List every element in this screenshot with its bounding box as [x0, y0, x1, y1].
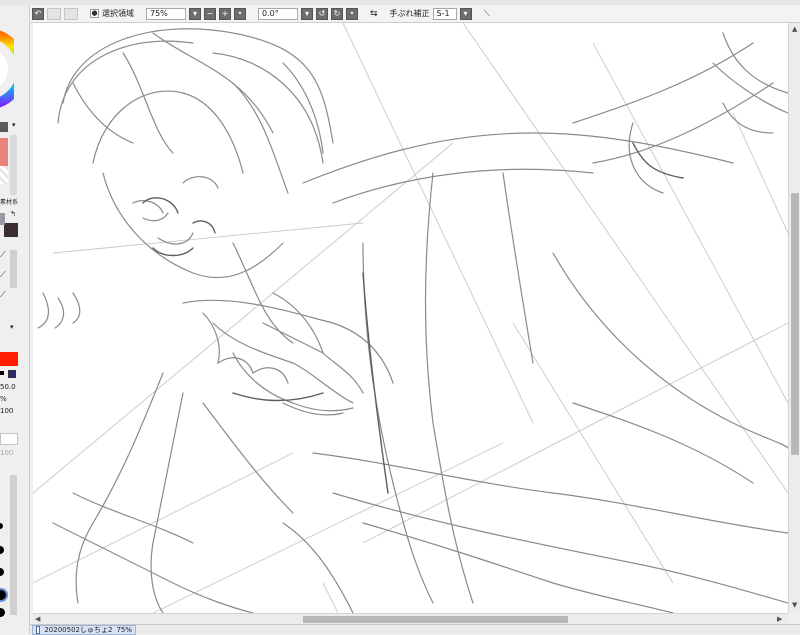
scroll-down-icon[interactable]: ▼	[792, 601, 797, 609]
color-swatch-dark[interactable]	[4, 223, 18, 237]
pen-icon[interactable]: ⟋	[0, 290, 6, 300]
brush-icon[interactable]: ⟋	[0, 270, 6, 280]
undo-icon: ↶	[34, 8, 42, 18]
zoom-field[interactable]: 75%	[146, 7, 186, 20]
toolbar: ↶ ● 選択領域 75% ▾ − + • 0.0° ▾ ↺ ↻ • ⇆ 手ぶれ補…	[30, 5, 800, 23]
rotate-right-icon: ↻	[333, 8, 341, 18]
density-value-2[interactable]: 100	[0, 449, 13, 457]
zoom-dropdown[interactable]: ▾	[189, 7, 201, 20]
material-label: 素材系	[0, 199, 19, 206]
stabilizer-value: S-1	[436, 9, 450, 18]
chevron-down-icon[interactable]: ▾	[12, 121, 16, 129]
brush-list-scrollbar[interactable]	[10, 475, 17, 615]
clear-button[interactable]	[64, 7, 78, 20]
brush-dot-icon[interactable]	[0, 608, 5, 617]
document-zoom: 75%	[116, 626, 132, 634]
left-panel: ▾ 素材系 ↰ ⟋ ⟋ ⟋ ▾ 50.0 % 100 100	[0, 5, 30, 634]
color-swatch-white[interactable]	[0, 166, 8, 184]
zoom-in-button[interactable]: +	[219, 7, 231, 20]
flip-icon[interactable]: ⇆	[370, 9, 378, 19]
rotation-dropdown[interactable]: ▾	[301, 7, 313, 20]
vertical-scroll-thumb[interactable]	[791, 193, 799, 455]
color-wheel[interactable]	[0, 29, 14, 109]
brush-dot-icon[interactable]	[0, 546, 4, 554]
rotate-reset-button[interactable]: •	[346, 7, 358, 20]
color-swatch-red[interactable]	[0, 352, 18, 366]
rotate-right-button[interactable]: ↻	[331, 7, 343, 20]
blend-field[interactable]	[0, 433, 18, 445]
rotate-left-icon: ↺	[318, 8, 326, 18]
chevron-down-icon: ▾	[304, 8, 309, 18]
rotate-left-button[interactable]: ↺	[316, 7, 328, 20]
pen-icon[interactable]: ⟍	[484, 9, 490, 19]
check-icon: ●	[91, 9, 98, 17]
selection-label: 選択領域	[102, 9, 134, 18]
brush-icon[interactable]: ⟋	[0, 250, 6, 260]
rotation-value: 0.0°	[262, 9, 279, 18]
percent-symbol: %	[0, 395, 7, 403]
status-bar: 20200502しゅちょ2 75%	[30, 624, 800, 635]
redo-button[interactable]	[47, 7, 61, 20]
scroll-left-icon[interactable]: ◀	[35, 615, 40, 623]
sketch-artwork	[33, 23, 788, 613]
dot-icon: •	[349, 8, 355, 18]
color-swatch-light[interactable]	[0, 213, 5, 225]
scroll-up-icon[interactable]: ▲	[792, 25, 797, 33]
drawing-canvas[interactable]	[33, 23, 788, 613]
scroll-right-icon[interactable]: ▶	[777, 615, 782, 623]
tool-scrollbar[interactable]	[10, 250, 17, 288]
chevron-down-icon: ▾	[463, 8, 468, 18]
brush-dot-icon[interactable]	[0, 568, 4, 576]
stabilizer-field[interactable]: S-1	[432, 7, 457, 20]
chevron-down-icon[interactable]: ▾	[10, 323, 14, 331]
density-value[interactable]: 100	[0, 407, 13, 415]
zoom-value: 75%	[150, 9, 168, 18]
zoom-out-button[interactable]: −	[204, 7, 216, 20]
dot-icon: •	[237, 8, 243, 18]
stabilizer-dropdown[interactable]: ▾	[459, 7, 472, 20]
swap-icon[interactable]: ↰	[10, 210, 16, 218]
brush-size-value[interactable]: 50.0	[0, 383, 16, 391]
stabilizer-label: 手ぶれ補正	[389, 9, 430, 18]
zoom-reset-button[interactable]: •	[234, 7, 246, 20]
horizontal-scrollbar[interactable]: ◀ ▶	[33, 613, 788, 624]
selection-checkbox[interactable]: ●	[90, 9, 99, 18]
horizontal-scroll-thumb[interactable]	[303, 616, 568, 623]
scroll-strip[interactable]	[10, 135, 17, 195]
plus-icon: +	[221, 8, 229, 18]
color-swatch-gray[interactable]	[0, 122, 8, 132]
mode-square-icon[interactable]	[0, 371, 4, 375]
brush-dot-icon[interactable]	[0, 523, 3, 529]
rotation-field[interactable]: 0.0°	[258, 7, 298, 20]
document-icon	[36, 626, 41, 634]
minus-icon: −	[206, 8, 214, 18]
undo-button[interactable]: ↶	[32, 7, 44, 20]
vertical-scrollbar[interactable]: ▲ ▼	[788, 23, 800, 613]
mode-square-icon[interactable]	[8, 370, 16, 378]
color-swatch-salmon[interactable]	[0, 138, 8, 166]
chevron-down-icon: ▾	[192, 8, 197, 18]
brush-dot-icon-selected[interactable]	[0, 590, 6, 600]
